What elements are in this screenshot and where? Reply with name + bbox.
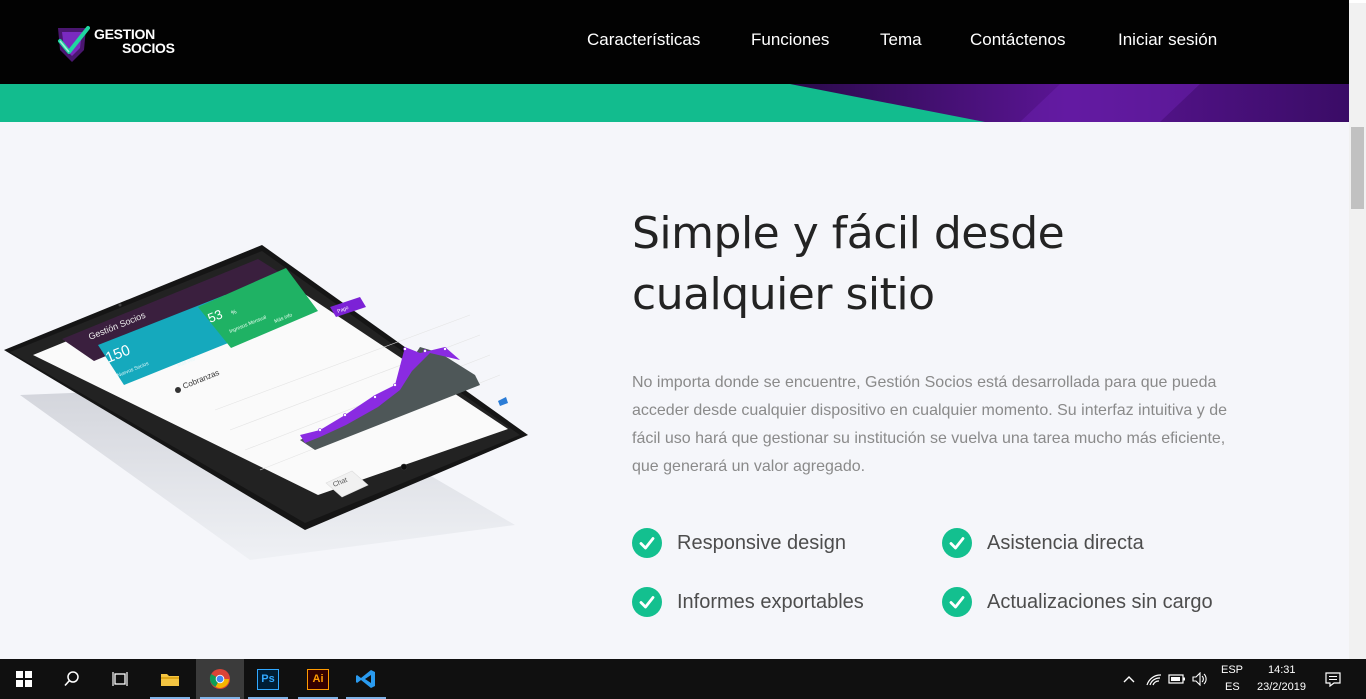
feature-label: Informes exportables bbox=[677, 590, 864, 613]
notifications-icon[interactable] bbox=[1318, 659, 1348, 699]
clock-time[interactable]: 14:31 bbox=[1268, 664, 1296, 676]
file-explorer-icon[interactable] bbox=[146, 659, 194, 699]
top-navbar: GESTION SOCIOS Características Funciones… bbox=[0, 0, 1349, 84]
hero-title-line1: Simple y fácil desde bbox=[632, 208, 1065, 259]
hero-description: No importa donde se encuentre, Gestión S… bbox=[632, 374, 1227, 475]
page-scrollbar[interactable] bbox=[1349, 0, 1366, 659]
feature-item: Responsive design bbox=[632, 528, 846, 558]
brand-line1: GESTION bbox=[94, 26, 155, 42]
brand-logo[interactable]: GESTION SOCIOS bbox=[54, 24, 194, 64]
tablet-camera bbox=[118, 303, 122, 307]
photoshop-icon[interactable]: Ps bbox=[244, 659, 292, 699]
shield-check-logo-icon bbox=[58, 26, 90, 62]
wifi-icon[interactable] bbox=[1143, 659, 1165, 699]
chrome-icon[interactable] bbox=[196, 659, 244, 699]
nav-item-contactenos[interactable]: Contáctenos bbox=[970, 30, 1065, 50]
clock-date[interactable]: 23/2/2019 bbox=[1257, 681, 1306, 693]
hero-title: Simple y fácil desde cualquier sitio bbox=[632, 203, 1192, 325]
volume-icon[interactable] bbox=[1189, 659, 1211, 699]
nav-item-tema[interactable]: Tema bbox=[880, 30, 922, 50]
language-indicator-top[interactable]: ESP bbox=[1221, 664, 1243, 676]
tablet-home-button bbox=[400, 463, 408, 471]
scrollbar-top-edge bbox=[1349, 0, 1366, 3]
windows-taskbar: Ps Ai ESP ES 14:31 23/2/2019 bbox=[0, 659, 1366, 699]
illustrator-label: Ai bbox=[307, 668, 329, 690]
windows-start-icon[interactable] bbox=[0, 659, 48, 699]
check-circle-icon bbox=[632, 528, 662, 558]
search-icon[interactable] bbox=[48, 659, 96, 699]
check-circle-icon bbox=[942, 528, 972, 558]
nav-item-caracteristicas[interactable]: Características bbox=[587, 30, 700, 50]
chart-title-icon bbox=[175, 387, 181, 393]
feature-item: Asistencia directa bbox=[942, 528, 1144, 558]
check-circle-icon bbox=[632, 587, 662, 617]
feature-item: Actualizaciones sin cargo bbox=[942, 587, 1213, 617]
brand-line2: SOCIOS bbox=[122, 40, 175, 56]
check-circle-icon bbox=[942, 587, 972, 617]
feature-label: Responsive design bbox=[677, 531, 846, 554]
chat-widget-badge bbox=[498, 397, 508, 406]
nav-item-funciones[interactable]: Funciones bbox=[751, 30, 829, 50]
tablet-illustration: Gestión Socios 150 Nuevos Socios Más inf… bbox=[4, 245, 528, 560]
task-view-icon[interactable] bbox=[96, 659, 144, 699]
vscode-icon[interactable] bbox=[342, 659, 390, 699]
chevron-up-icon[interactable] bbox=[1117, 659, 1141, 699]
scrollbar-thumb[interactable] bbox=[1351, 127, 1364, 209]
feature-item: Informes exportables bbox=[632, 587, 864, 617]
nav-item-iniciar-sesion[interactable]: Iniciar sesión bbox=[1118, 30, 1217, 50]
photoshop-label: Ps bbox=[257, 668, 279, 690]
language-indicator-bottom[interactable]: ES bbox=[1225, 681, 1240, 693]
illustrator-icon[interactable]: Ai bbox=[294, 659, 342, 699]
band-purple-shape bbox=[790, 84, 1349, 122]
hero-title-line2: cualquier sitio bbox=[632, 269, 935, 320]
feature-label: Actualizaciones sin cargo bbox=[987, 590, 1213, 613]
brand-name: GESTION SOCIOS bbox=[94, 27, 175, 55]
decorative-band bbox=[0, 84, 1349, 122]
battery-icon[interactable] bbox=[1166, 659, 1188, 699]
feature-label: Asistencia directa bbox=[987, 531, 1144, 554]
